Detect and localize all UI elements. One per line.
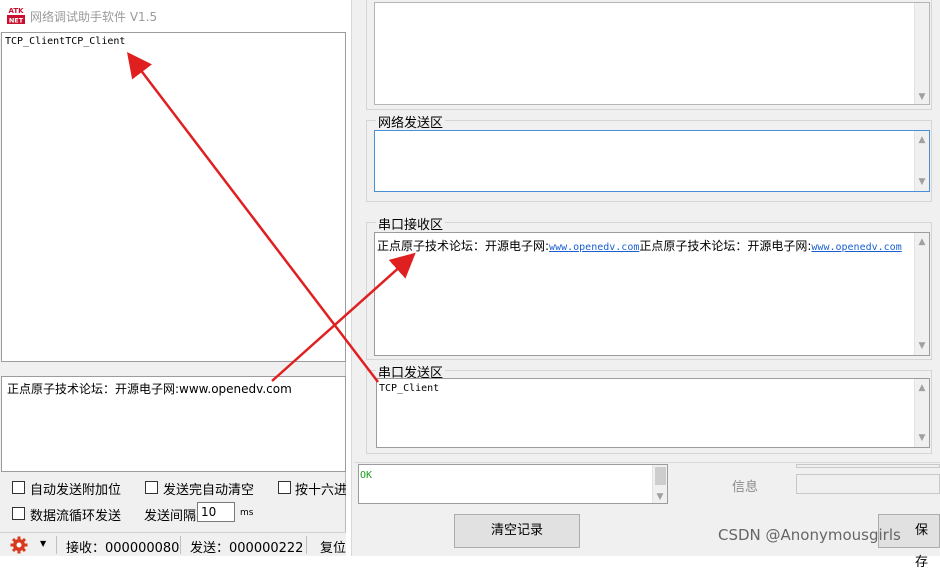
info-label: 信息 <box>732 480 759 495</box>
hex-send-checkbox[interactable] <box>278 481 291 494</box>
sent-count: 发送：000000222 <box>190 541 304 556</box>
serial-receive-box[interactable]: 正点原子技术论坛：开源电子网:www.openedv.com正点原子技术论坛：开… <box>374 232 930 356</box>
auto-clear-checkbox[interactable] <box>145 481 158 494</box>
log-box[interactable]: OK ▼ <box>358 464 668 504</box>
scroll-down-icon[interactable]: ▼ <box>915 177 929 187</box>
interval-input[interactable]: 10 <box>197 502 235 522</box>
scroll-up-icon[interactable]: ▲ <box>915 237 929 247</box>
watermark: CSDN @Anonymousgirls <box>718 526 901 544</box>
scroll-down-icon[interactable]: ▼ <box>653 492 667 502</box>
scrollbar[interactable]: ▲ ▼ <box>914 233 929 355</box>
scrollbar[interactable]: ▼ <box>914 3 929 104</box>
loop-send-checkbox[interactable] <box>12 507 25 520</box>
network-send-box[interactable]: ▲ ▼ <box>374 130 930 192</box>
interval-unit: ms <box>240 508 254 518</box>
network-receive-box[interactable]: ▼ <box>374 2 930 105</box>
atk-logo-icon: ATK NET <box>6 5 26 25</box>
scrollbar[interactable]: ▲ ▼ <box>914 379 929 447</box>
network-send-area[interactable]: 正点原子技术论坛：开源电子网:www.openedv.com <box>1 376 346 472</box>
serial-send-text: TCP_Client <box>379 383 440 394</box>
serial-text-2: 正点原子技术论坛：开源电子网: <box>639 239 812 253</box>
right-app-window: ▼ 网络发送区 ▲ ▼ 串口接收区 正点原子技术论坛：开源电子网:www.ope… <box>346 0 940 570</box>
scroll-up-icon[interactable]: ▲ <box>915 383 929 393</box>
auto-append-checkbox[interactable] <box>12 481 25 494</box>
left-app-window: ATK NET 网络调试助手软件 V1.5 TCP_ClientTCP_Clie… <box>0 0 348 556</box>
serial-receive-text: 正点原子技术论坛：开源电子网:www.openedv.com正点原子技术论坛：开… <box>377 237 902 254</box>
svg-text:ATK: ATK <box>8 7 24 15</box>
serial-send-box[interactable]: TCP_Client ▲ ▼ <box>376 378 930 448</box>
divider <box>354 462 940 463</box>
info-field <box>796 474 940 494</box>
reset-button[interactable]: 复位 <box>320 537 346 556</box>
network-receive-area[interactable]: TCP_ClientTCP_Client <box>1 32 346 362</box>
status-separator <box>180 536 181 554</box>
scrollbar[interactable]: ▼ <box>652 465 667 503</box>
send-text-content: 正点原子技术论坛：开源电子网:www.openedv.com <box>7 382 292 396</box>
gear-icon[interactable] <box>10 536 28 554</box>
info-field-top <box>796 464 940 468</box>
received-count: 接收：000000080 <box>66 541 180 556</box>
scroll-up-icon[interactable]: ▲ <box>915 135 929 145</box>
auto-append-label: 自动发送附加位 <box>30 483 122 498</box>
serial-text-1: 正点原子技术论坛：开源电子网: <box>377 239 550 253</box>
network-send-text: 正点原子技术论坛：开源电子网:www.openedv.com <box>7 380 292 397</box>
scroll-down-icon[interactable]: ▼ <box>915 92 929 102</box>
openedv-link-2[interactable]: www.openedv.com <box>811 242 901 253</box>
window-border <box>346 0 352 556</box>
scroll-down-icon[interactable]: ▼ <box>915 433 929 443</box>
status-separator <box>56 536 57 554</box>
title-bar: ATK NET 网络调试助手软件 V1.5 <box>0 0 346 32</box>
serial-receive-label: 串口接收区 <box>376 214 446 233</box>
dropdown-arrow-icon[interactable]: ▼ <box>40 539 46 548</box>
svg-text:NET: NET <box>9 17 24 25</box>
network-send-label: 网络发送区 <box>376 112 446 131</box>
network-receive-text: TCP_ClientTCP_Client <box>5 36 126 47</box>
interval-label: 发送间隔 <box>144 509 197 524</box>
scroll-down-icon[interactable]: ▼ <box>915 341 929 351</box>
clear-log-button[interactable]: 清空记录 <box>454 514 580 548</box>
log-text: OK <box>360 470 373 481</box>
hex-send-label: 按十六进 <box>295 483 348 498</box>
scroll-thumb[interactable] <box>655 467 666 485</box>
status-bar: ▼ 接收：000000080 发送：000000222 复位 <box>0 532 346 556</box>
scrollbar[interactable]: ▲ ▼ <box>914 131 929 191</box>
openedv-link-1[interactable]: www.openedv.com <box>549 242 639 253</box>
status-separator <box>306 536 307 554</box>
interval-value: 10 <box>201 505 217 519</box>
window-title: 网络调试助手软件 V1.5 <box>30 10 158 24</box>
auto-clear-label: 发送完自动清空 <box>163 483 255 498</box>
loop-send-label: 数据流循环发送 <box>30 509 122 524</box>
